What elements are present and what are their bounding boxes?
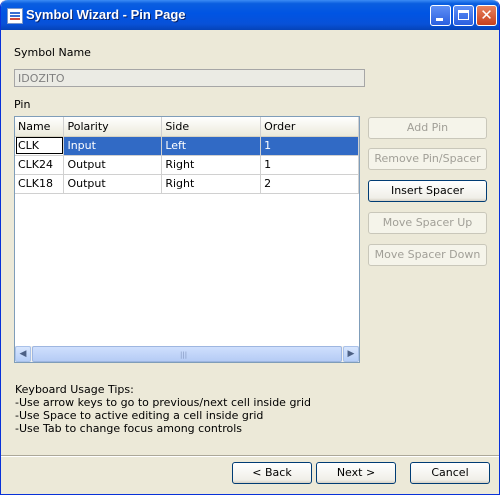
cell-side[interactable]: Right — [161, 174, 262, 194]
scroll-left-icon: ◀ — [19, 349, 27, 359]
cancel-button[interactable]: Cancel — [410, 462, 490, 484]
tip-line: -Use arrow keys to go to previous/next c… — [15, 396, 311, 409]
symbol-name-label: Symbol Name — [14, 46, 91, 59]
symbol-wizard-window: Symbol Wizard - Pin Page ✕ Symbol Name I… — [0, 0, 500, 495]
cell-order[interactable]: 1 — [260, 136, 359, 156]
tip-line: -Use Tab to change focus among controls — [15, 422, 242, 435]
grip-icon: ||| — [180, 351, 188, 359]
table-row[interactable]: CLK18 Output Right 2 — [15, 174, 359, 194]
back-button[interactable]: < Back — [232, 462, 312, 484]
column-header-name[interactable]: Name — [15, 117, 65, 137]
maximize-button[interactable] — [453, 5, 474, 26]
minimize-button[interactable] — [430, 5, 451, 26]
pin-grid[interactable]: Name Polarity Side Order CLK Input Left … — [14, 116, 360, 363]
remove-pin-spacer-button[interactable]: Remove Pin/Spacer — [368, 148, 487, 170]
tip-line: -Use Space to active editing a cell insi… — [15, 409, 264, 422]
symbol-name-field: IDOZITO — [14, 69, 365, 87]
grid-header-row: Name Polarity Side Order — [15, 117, 359, 137]
cell-name[interactable]: CLK — [15, 136, 65, 156]
app-icon — [7, 8, 23, 24]
tips-heading: Keyboard Usage Tips: — [15, 383, 134, 396]
keyboard-tips: Keyboard Usage Tips: -Use arrow keys to … — [15, 383, 311, 435]
window-title: Symbol Wizard - Pin Page — [26, 7, 186, 22]
cell-order[interactable]: 2 — [260, 174, 359, 194]
cell-order[interactable]: 1 — [260, 155, 359, 175]
scroll-left-button[interactable]: ◀ — [15, 346, 31, 362]
scroll-right-icon: ▶ — [347, 349, 355, 359]
table-row[interactable]: CLK24 Output Right 1 — [15, 155, 359, 175]
column-header-polarity[interactable]: Polarity — [63, 117, 163, 137]
scrollbar-thumb[interactable]: ||| — [32, 346, 342, 362]
horizontal-scrollbar[interactable]: ◀ ||| ▶ — [15, 346, 359, 362]
pin-label: Pin — [14, 98, 31, 111]
title-bar[interactable]: Symbol Wizard - Pin Page ✕ — [1, 0, 499, 30]
cell-polarity[interactable]: Output — [63, 155, 163, 175]
cell-polarity[interactable]: Input — [63, 136, 163, 156]
move-spacer-down-button[interactable]: Move Spacer Down — [368, 244, 487, 266]
close-icon: ✕ — [480, 6, 493, 24]
pin-table: Name Polarity Side Order CLK Input Left … — [15, 117, 359, 194]
minimize-icon — [436, 18, 443, 21]
next-button[interactable]: Next > — [316, 462, 396, 484]
close-button[interactable]: ✕ — [476, 5, 497, 26]
scroll-right-button[interactable]: ▶ — [343, 346, 359, 362]
insert-spacer-button[interactable]: Insert Spacer — [368, 180, 487, 202]
table-row[interactable]: CLK Input Left 1 — [15, 136, 359, 156]
cell-name[interactable]: CLK24 — [15, 155, 65, 175]
maximize-icon — [458, 10, 469, 20]
cell-side[interactable]: Left — [161, 136, 262, 156]
column-header-side[interactable]: Side — [161, 117, 262, 137]
add-pin-button[interactable]: Add Pin — [368, 117, 487, 139]
cell-polarity[interactable]: Output — [63, 174, 163, 194]
column-header-order[interactable]: Order — [260, 117, 359, 137]
cell-side[interactable]: Right — [161, 155, 262, 175]
cell-name[interactable]: CLK18 — [15, 174, 65, 194]
footer-divider — [1, 455, 499, 457]
move-spacer-up-button[interactable]: Move Spacer Up — [368, 212, 487, 234]
